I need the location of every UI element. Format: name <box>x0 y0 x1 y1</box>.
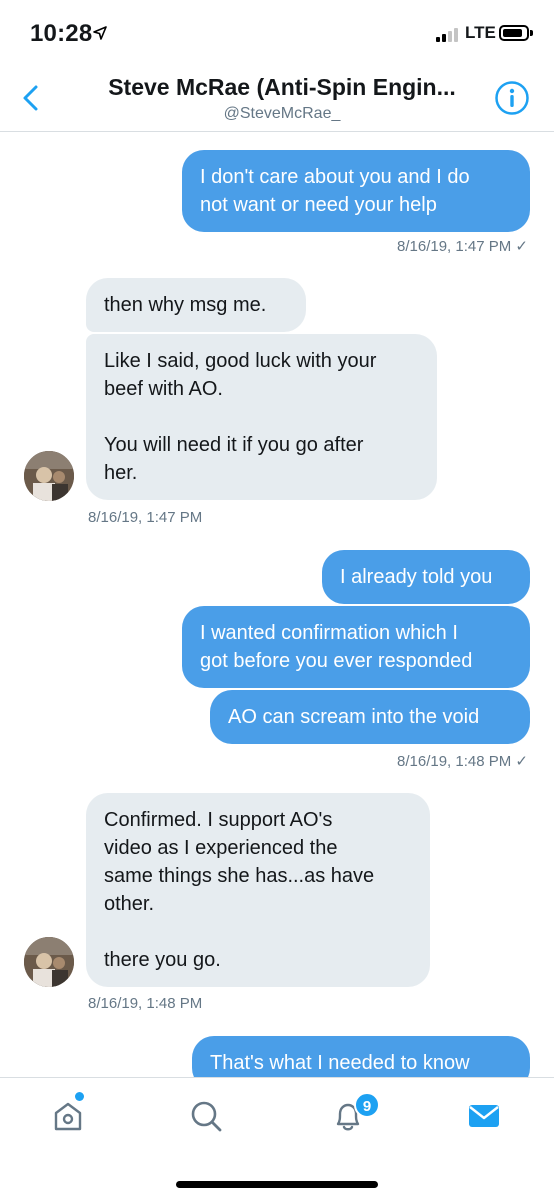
location-arrow-icon <box>93 26 107 40</box>
chevron-left-icon[interactable] <box>14 78 48 118</box>
message-bubble-incoming[interactable]: Like I said, good luck with your beef wi… <box>86 334 437 500</box>
message-list[interactable]: I don't care about you and I do not want… <box>0 133 554 1077</box>
message-timestamp: 8/16/19, 1:47 PM ✓ <box>397 238 528 255</box>
message-bubble-incoming[interactable]: Confirmed. I support AO's video as I exp… <box>86 793 430 987</box>
conversation-handle: @SteveMcRae_ <box>223 105 341 122</box>
message-bubble-outgoing[interactable]: AO can scream into the void <box>210 690 530 744</box>
carrier-label: LTE <box>465 23 496 42</box>
message-bubble-outgoing[interactable]: I already told you <box>322 550 530 604</box>
avatar[interactable] <box>24 937 74 987</box>
home-indicator[interactable] <box>176 1181 378 1188</box>
avatar[interactable] <box>24 451 74 501</box>
search-icon[interactable] <box>186 1096 226 1136</box>
messages-envelope-icon[interactable] <box>464 1096 504 1136</box>
home-icon[interactable] <box>48 1096 88 1136</box>
battery-icon <box>499 25 533 41</box>
message-timestamp: 8/16/19, 1:48 PM ✓ <box>397 753 528 770</box>
status-time: 10:28 <box>30 20 93 47</box>
message-bubble-outgoing[interactable]: I don't care about you and I do not want… <box>182 150 530 232</box>
message-bubble-outgoing[interactable]: I wanted confirmation which I got before… <box>182 606 530 688</box>
message-bubble-outgoing[interactable]: That's what I needed to know <box>192 1036 530 1077</box>
notification-badge: 9 <box>354 1092 380 1118</box>
signal-bars-icon <box>436 26 462 42</box>
conversation-title[interactable]: Steve McRae (Anti-Spin Engin... <box>82 74 482 101</box>
message-timestamp: 8/16/19, 1:48 PM <box>88 995 203 1012</box>
conversation-header: Steve McRae (Anti-Spin Engin... @SteveMc… <box>0 66 554 132</box>
status-bar: 10:28 LTE <box>0 0 554 66</box>
info-circle-icon[interactable] <box>494 80 530 116</box>
message-bubble-incoming[interactable]: then why msg me. <box>86 278 306 332</box>
tab-bar: 9 <box>0 1077 554 1200</box>
home-unread-dot <box>75 1092 84 1101</box>
message-timestamp: 8/16/19, 1:47 PM <box>88 509 203 526</box>
